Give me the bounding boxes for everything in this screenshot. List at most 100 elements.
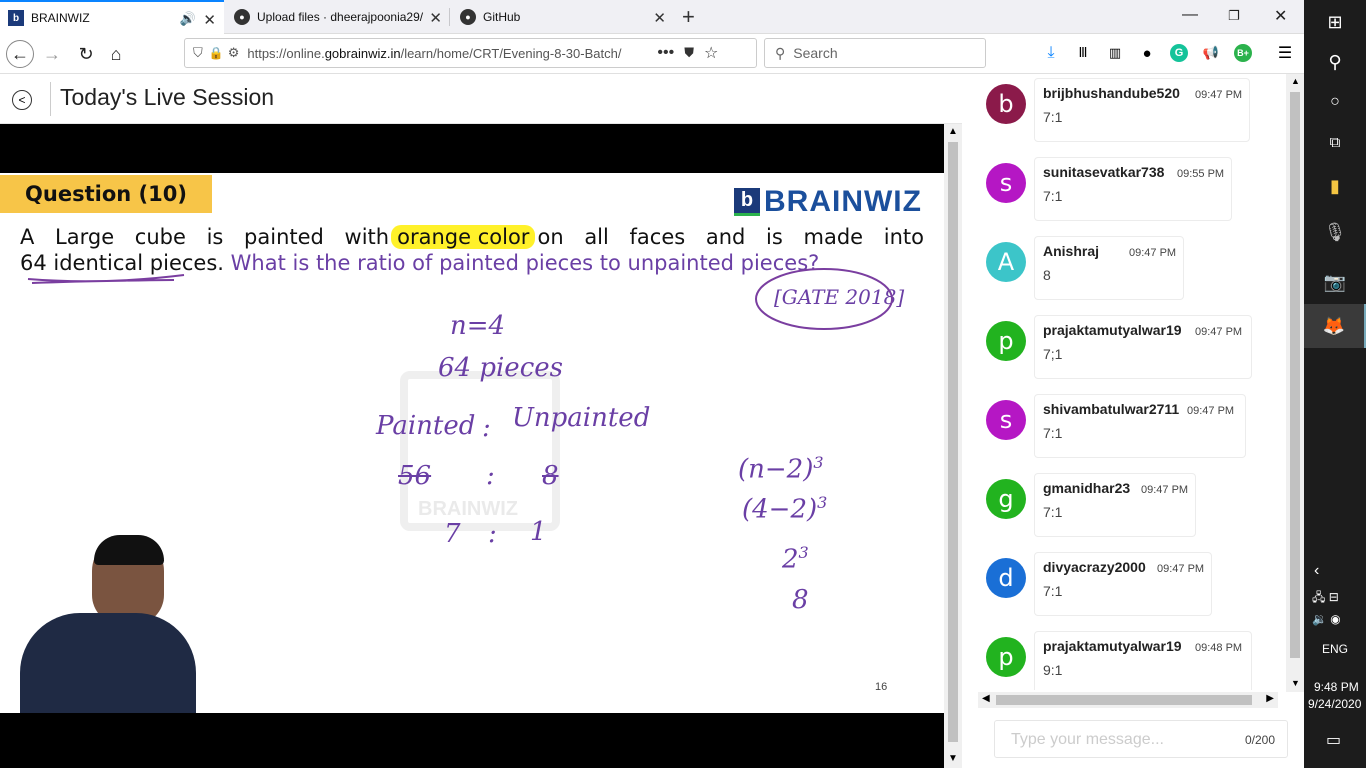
- chat-time: 09:47 PM: [1195, 326, 1243, 338]
- library-icon[interactable]: Ⅲ: [1074, 44, 1092, 62]
- chat-scrollbar[interactable]: ▲ ▼: [1286, 74, 1304, 692]
- forward-icon[interactable]: →: [38, 40, 66, 68]
- hw-56: 56: [398, 461, 432, 491]
- new-tab-button[interactable]: +: [682, 4, 695, 30]
- scroll-thumb[interactable]: [948, 142, 958, 742]
- permissions-icon[interactable]: ⚙: [228, 45, 240, 61]
- back-icon[interactable]: ←: [6, 40, 34, 68]
- lock-icon[interactable]: 🔒: [209, 46, 224, 60]
- chat-text: 7:1: [1043, 504, 1063, 520]
- camera-icon[interactable]: 📷: [1304, 260, 1366, 304]
- hw-n: n=4: [450, 311, 506, 341]
- chat-input-placeholder: Type your message...: [1011, 731, 1164, 748]
- scroll-down-icon[interactable]: ▼: [1291, 678, 1300, 688]
- tab-brainwiz[interactable]: b BRAINWIZ 🔊 ✕: [0, 0, 224, 34]
- chat-text: 8: [1043, 267, 1051, 283]
- scroll-down-icon[interactable]: ▼: [948, 753, 958, 764]
- hw-8: 8: [542, 461, 559, 491]
- file-explorer-icon[interactable]: ▮: [1304, 164, 1366, 208]
- char-count: 0/200: [1244, 733, 1275, 747]
- windows-start-icon[interactable]: ⊞: [1304, 0, 1366, 44]
- brainwiz-logo-icon: b: [734, 188, 760, 216]
- scroll-right-icon[interactable]: ▶: [1266, 693, 1274, 704]
- brand-logo: b BRAINWIZ: [734, 185, 922, 219]
- vertical-scrollbar[interactable]: ▲ ▼: [944, 124, 962, 768]
- sidebar-icon[interactable]: ▥: [1106, 44, 1124, 62]
- recorder-icon[interactable]: 🎙: [1304, 210, 1366, 254]
- close-tab-icon[interactable]: ✕: [429, 9, 442, 27]
- chat-text: 9:1: [1043, 662, 1063, 678]
- clock-date[interactable]: 9/24/2020: [1308, 697, 1361, 711]
- speaker-icon[interactable]: 🔊: [180, 11, 196, 27]
- scroll-thumb[interactable]: [996, 695, 1252, 705]
- hw-formula-4: 8: [792, 585, 809, 615]
- tab-upload-files[interactable]: ● Upload files · dheerajpoonia29/ ✕: [226, 0, 450, 34]
- avatar: p: [986, 637, 1026, 677]
- search-bar[interactable]: ⚲ Search: [764, 38, 986, 68]
- back-circle-icon[interactable]: <: [12, 90, 32, 110]
- presenter-video: [20, 535, 200, 713]
- chat-message-list: b brijbhushandube520 09:47 PM 7:1 s suni…: [978, 74, 1286, 690]
- volume-icon[interactable]: 🔉 ◉: [1312, 612, 1341, 626]
- minimize-icon[interactable]: —: [1182, 6, 1198, 24]
- search-icon[interactable]: ⚲: [1304, 40, 1366, 84]
- pocket-icon[interactable]: ⛊: [684, 45, 694, 61]
- avatar: d: [986, 558, 1026, 598]
- scroll-thumb[interactable]: [1290, 92, 1300, 658]
- bookmark-star-icon[interactable]: ☆: [704, 43, 718, 63]
- avatar: s: [986, 400, 1026, 440]
- scroll-up-icon[interactable]: ▲: [1291, 76, 1300, 86]
- restore-icon[interactable]: ❐: [1228, 8, 1240, 24]
- scroll-left-icon[interactable]: ◀: [982, 693, 990, 704]
- extension-icon[interactable]: B+: [1234, 44, 1252, 62]
- video-player[interactable]: Question (10) b BRAINWIZ A Large cube is…: [0, 124, 944, 768]
- question-label: Question (10): [0, 175, 212, 213]
- firefox-icon[interactable]: 🦊: [1304, 304, 1366, 348]
- hw-colon: :: [488, 519, 497, 549]
- tab-title: BRAINWIZ: [31, 11, 90, 25]
- chat-text: 7:1: [1043, 425, 1063, 441]
- clock-time[interactable]: 9:48 PM: [1314, 680, 1359, 694]
- notification-icon[interactable]: ▭: [1326, 730, 1341, 750]
- chat-time: 09:55 PM: [1177, 168, 1225, 180]
- reload-icon[interactable]: ↻: [72, 40, 100, 68]
- url-text: https://online.gobrainwiz.in/learn/home/…: [247, 45, 622, 61]
- brainwiz-favicon-icon: b: [8, 10, 24, 26]
- close-tab-icon[interactable]: ✕: [203, 11, 216, 29]
- task-view-icon[interactable]: ⧉: [1304, 120, 1366, 164]
- url-bar[interactable]: ⛉ 🔒 ⚙ https://online.gobrainwiz.in/learn…: [184, 38, 757, 68]
- hw-formula-1: (n−2)3: [738, 453, 824, 485]
- grammarly-icon[interactable]: G: [1170, 44, 1188, 62]
- chat-message: d divyacrazy2000 09:47 PM 7:1: [986, 552, 1286, 624]
- hw-unpainted: Unpainted: [512, 403, 651, 433]
- chat-message: p prajaktamutyalwar19 09:47 PM 7;1: [986, 315, 1286, 387]
- chat-time: 09:48 PM: [1195, 642, 1243, 654]
- search-placeholder: Search: [793, 45, 838, 61]
- network-icon[interactable]: 🖧 ⊟: [1312, 588, 1339, 609]
- account-icon[interactable]: ●: [1138, 44, 1156, 62]
- hw-colon: :: [482, 413, 491, 443]
- home-icon[interactable]: ⌂: [102, 40, 130, 68]
- chevron-up-icon[interactable]: ‹: [1314, 562, 1319, 580]
- shield-icon[interactable]: ⛉: [193, 45, 203, 61]
- horizontal-scrollbar[interactable]: ◀ ▶: [978, 692, 1278, 708]
- chat-message: A Anishraj 09:47 PM 8: [986, 236, 1286, 308]
- tab-github[interactable]: ● GitHub ✕: [452, 0, 674, 34]
- chat-input[interactable]: Type your message... 0/200: [994, 720, 1288, 758]
- scroll-up-icon[interactable]: ▲: [948, 126, 958, 137]
- menu-icon[interactable]: ☰: [1276, 44, 1294, 62]
- language-indicator[interactable]: ENG: [1322, 642, 1348, 656]
- close-tab-icon[interactable]: ✕: [653, 9, 666, 27]
- page-actions-icon[interactable]: •••: [657, 44, 674, 62]
- cortana-icon[interactable]: ○: [1304, 80, 1366, 124]
- hw-7: 7: [444, 519, 461, 549]
- chat-time: 09:47 PM: [1157, 563, 1205, 575]
- close-window-icon[interactable]: ✕: [1274, 6, 1287, 26]
- slide-page-number: 16: [875, 681, 888, 693]
- tab-bar: b BRAINWIZ 🔊 ✕ ● Upload files · dheerajp…: [0, 0, 1304, 34]
- chat-message: p prajaktamutyalwar19 09:48 PM 9:1: [986, 631, 1286, 690]
- megaphone-icon[interactable]: 📢: [1202, 44, 1220, 62]
- download-icon[interactable]: ⤓: [1042, 44, 1060, 62]
- windows-taskbar: ⊞ ⚲ ○ ⧉ ▮ 🎙 📷 🦊 ‹ 🖧 ⊟ 🔉 ◉ ENG 9:48 PM 9/…: [1304, 0, 1366, 768]
- hw-painted: Painted: [376, 411, 476, 441]
